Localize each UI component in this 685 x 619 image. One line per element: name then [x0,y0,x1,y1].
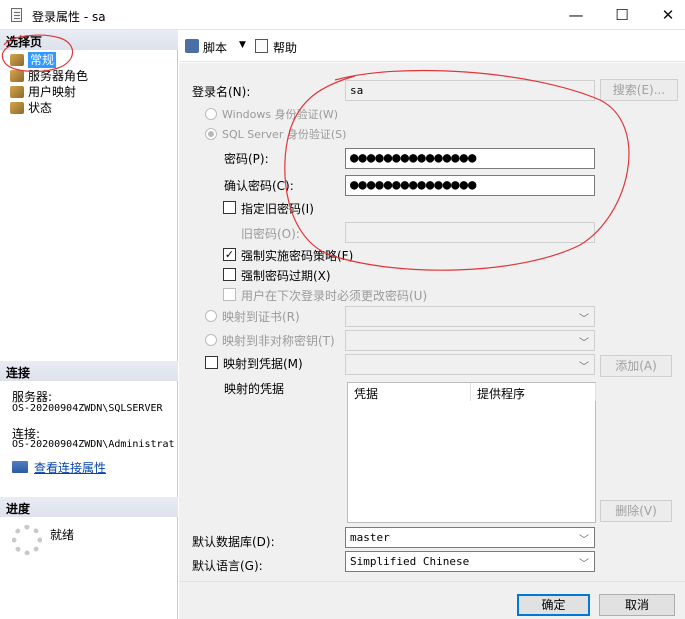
chevron-down-icon: ﹀ [579,314,589,325]
map-asym-key-radio[interactable] [205,334,217,346]
default-db-select[interactable]: master ﹀ [345,527,595,548]
help-icon [255,39,268,53]
windows-auth-label: Windows 身份验证(W) [222,108,339,121]
login-name-field[interactable]: sa [345,80,595,101]
title-bar: 登录属性 - sa — ☐ ✕ [0,0,685,30]
chevron-down-icon: ﹀ [579,535,589,546]
page-icon [10,86,24,98]
page-item-general[interactable]: 常规 [8,52,57,68]
window-title: 登录属性 - sa [32,10,106,24]
page-item-status[interactable]: 状态 [8,100,52,116]
enforce-policy-label: 强制实施密码策略(F) [241,249,354,263]
default-lang-value: Simplified Chinese [350,555,470,568]
script-button[interactable]: 脚本 [203,39,227,56]
default-lang-label: 默认语言(G): [192,559,263,573]
sql-auth-label: SQL Server 身份验证(S) [222,128,347,141]
specify-old-password-checkbox[interactable] [223,201,236,214]
default-db-value: master [350,531,390,544]
server-value: OS-20200904ZWDN\SQLSERVER [12,403,163,414]
maximize-button[interactable]: ☐ [608,4,636,26]
connection-properties-icon [12,461,28,473]
progress-status: 就绪 [50,528,75,542]
old-password-label: 旧密码(O): [241,227,300,241]
page-icon [10,70,24,82]
map-cert-label: 映射到证书(R) [222,310,300,324]
credential-column-header[interactable]: 凭据 [348,383,471,401]
view-connection-properties-link[interactable]: 查看连接属性 [34,459,106,476]
page-item-server-roles[interactable]: 服务器角色 [8,68,88,84]
ok-button[interactable]: 确定 [517,594,590,616]
connection-header: 连接 [0,361,178,381]
chevron-down-icon: ﹀ [579,338,589,349]
default-db-label: 默认数据库(D): [192,535,275,549]
cert-select[interactable]: ﹀ [345,306,595,327]
chevron-down-icon: ﹀ [579,559,589,570]
toolbar: 脚本 ▼ 帮助 [179,30,685,62]
page-icon [10,102,24,114]
default-lang-select[interactable]: Simplified Chinese ﹀ [345,551,595,572]
progress-spinner-icon [12,525,42,555]
enforce-expiration-label: 强制密码过期(X) [241,269,331,283]
minimize-button[interactable]: — [562,4,590,26]
sql-auth-radio[interactable] [205,128,217,140]
page-label: 状态 [28,101,53,115]
script-icon [185,39,199,53]
select-page-header: 选择页 [0,30,178,50]
old-password-field[interactable] [345,222,595,243]
close-button[interactable]: ✕ [654,4,682,26]
cancel-button[interactable]: 取消 [599,594,675,616]
confirm-password-label: 确认密码(C): [224,179,294,193]
page-label: 服务器角色 [28,69,89,83]
asym-key-select[interactable]: ﹀ [345,330,595,351]
remove-button[interactable]: 删除(V) [600,500,672,522]
password-field[interactable]: ●●●●●●●●●●●●●●● [345,148,595,169]
confirm-password-field[interactable]: ●●●●●●●●●●●●●●● [345,175,595,196]
login-name-label: 登录名(N): [192,85,251,99]
dialog-footer: 确定 取消 [179,581,685,619]
page-item-user-mapping[interactable]: 用户映射 [8,84,76,100]
map-credential-checkbox[interactable] [205,356,218,369]
general-page: 登录名(N): sa 搜索(E)... Windows 身份验证(W) SQL … [179,63,685,581]
page-label: 用户映射 [28,85,77,99]
map-asym-key-label: 映射到非对称密钥(T) [222,334,335,348]
mapped-credentials-label: 映射的凭据 [224,382,285,396]
chevron-down-icon: ﹀ [579,362,589,373]
provider-column-header[interactable]: 提供程序 [471,383,596,401]
add-button[interactable]: 添加(A) [600,355,672,377]
must-change-checkbox[interactable] [223,288,236,301]
enforce-policy-checkbox[interactable]: ✓ [223,248,236,261]
help-button[interactable]: 帮助 [273,39,297,56]
document-icon [11,8,22,22]
page-icon [10,54,24,66]
credential-select[interactable]: ﹀ [345,354,595,375]
connection-value: OS-20200904ZWDN\Administrat [12,439,175,450]
page-label: 常规 [28,52,57,68]
script-dropdown-icon[interactable]: ▼ [239,40,246,50]
credentials-table[interactable]: 凭据 提供程序 [347,382,596,523]
progress-header: 进度 [0,497,178,517]
search-button[interactable]: 搜索(E)... [600,79,678,101]
specify-old-password-label: 指定旧密码(I) [241,202,314,216]
password-label: 密码(P): [224,152,269,166]
map-cert-radio[interactable] [205,310,217,322]
enforce-expiration-checkbox[interactable] [223,268,236,281]
map-credential-label: 映射到凭据(M) [223,357,303,371]
windows-auth-radio[interactable] [205,108,217,120]
must-change-label: 用户在下次登录时必须更改密码(U) [241,289,428,303]
